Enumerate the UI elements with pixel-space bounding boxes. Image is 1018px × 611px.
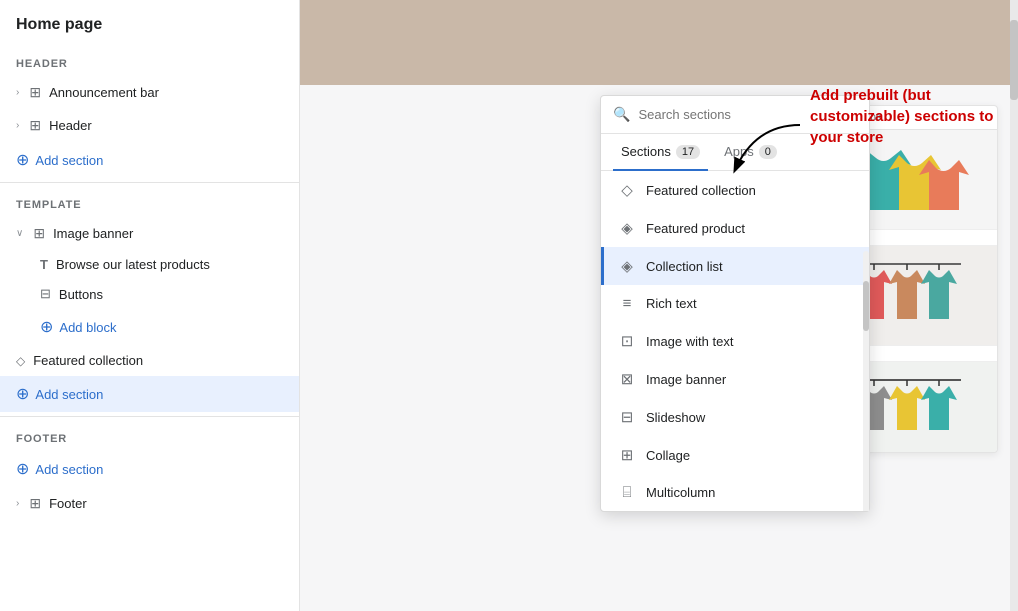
add-section-label: Add section (35, 153, 103, 168)
overlay-scrollbar[interactable] (863, 251, 869, 511)
section-item-label: Collection list (646, 259, 723, 274)
section-label-header: HEADER (0, 46, 299, 76)
section-item-multicolumn[interactable]: ⌸ Multicolumn (601, 474, 869, 511)
diamond-icon: ◇ (16, 354, 25, 368)
add-block-label: Add block (59, 320, 116, 335)
sections-list: ◇ Featured collection ◈ Featured product… (601, 171, 869, 511)
plus-icon: ⊕ (16, 384, 29, 404)
section-item-label: Collage (646, 448, 690, 463)
sidebar-item-announcement-bar[interactable]: › ⊞ Announcement bar (0, 76, 299, 109)
callout-text: Add prebuilt (but customizable) sections… (810, 85, 1010, 148)
sidebar-item-label: Featured collection (33, 353, 283, 368)
section-item-collage[interactable]: ⊞ Collage (601, 436, 869, 474)
sidebar-item-featured-collection[interactable]: ◇ Featured collection (0, 345, 299, 376)
section-item-image-with-text[interactable]: ⊡ Image with text (601, 322, 869, 360)
section-item-image-banner[interactable]: ⊠ Image banner (601, 360, 869, 398)
callout-annotation: Add prebuilt (but customizable) sections… (810, 85, 1010, 148)
footer-add-section-button[interactable]: ⊕ Add section (0, 451, 299, 487)
sidebar: Home page HEADER › ⊞ Announcement bar › … (0, 0, 300, 611)
sidebar-item-label: Announcement bar (49, 85, 283, 100)
tab-sections-label: Sections (621, 144, 671, 159)
main-scrollbar-thumb (1010, 20, 1018, 100)
grid-icon: ⊞ (33, 225, 45, 242)
diamond-outline-icon: ◈ (618, 257, 636, 275)
section-label-footer: FOOTER (0, 421, 299, 451)
section-item-label: Image banner (646, 372, 726, 387)
search-icon: 🔍 (613, 106, 630, 123)
sidebar-item-label: Header (49, 118, 283, 133)
tab-sections[interactable]: Sections 17 (613, 134, 708, 171)
add-section-label: Add section (35, 387, 103, 402)
section-label-template: TEMPLATE (0, 187, 299, 217)
sidebar-item-header[interactable]: › ⊞ Header (0, 109, 299, 142)
diamond-icon: ◇ (618, 181, 636, 199)
arrow-annotation (715, 115, 805, 185)
template-add-section-button[interactable]: ⊕ Add section (0, 376, 299, 412)
plus-icon: ⊕ (16, 150, 29, 170)
plus-icon: ⊕ (40, 317, 53, 337)
sub-item-browse[interactable]: T Browse our latest products (0, 250, 299, 279)
sub-item-label: Browse our latest products (56, 257, 210, 272)
divider (0, 182, 299, 183)
header-add-section-button[interactable]: ⊕ Add section (0, 142, 299, 178)
columns-icon: ⌸ (618, 484, 636, 501)
slideshow-icon: ⊟ (618, 408, 636, 426)
image-icon: ⊠ (618, 370, 636, 388)
sidebar-item-image-banner[interactable]: ∨ ⊞ Image banner (0, 217, 299, 250)
chevron-icon: › (16, 120, 19, 131)
align-left-icon: ≡ (618, 295, 636, 312)
sidebar-item-label: Image banner (53, 226, 283, 241)
preview-header-bg (300, 0, 1018, 85)
sub-item-buttons[interactable]: ⊟ Buttons (0, 279, 299, 309)
diamond-outline-icon: ◈ (618, 219, 636, 237)
chevron-icon: › (16, 498, 19, 509)
sub-item-label: Buttons (59, 287, 103, 302)
main-preview-area: Collections — — — (300, 0, 1018, 611)
section-item-label: Slideshow (646, 410, 705, 425)
section-item-label: Multicolumn (646, 485, 715, 500)
page-title: Home page (0, 0, 299, 46)
sidebar-item-footer[interactable]: › ⊞ Footer (0, 487, 299, 520)
grid-icon: ⊞ (29, 117, 41, 134)
add-section-label: Add section (35, 462, 103, 477)
add-block-button[interactable]: ⊕ Add block (0, 309, 299, 345)
section-item-label: Rich text (646, 296, 697, 311)
grid-icon: ⊞ (29, 84, 41, 101)
main-scrollbar[interactable] (1010, 0, 1018, 611)
divider (0, 416, 299, 417)
section-item-rich-text[interactable]: ≡ Rich text (601, 285, 869, 322)
chevron-icon: › (16, 87, 19, 98)
section-item-slideshow[interactable]: ⊟ Slideshow (601, 398, 869, 436)
plus-icon: ⊕ (16, 459, 29, 479)
text-icon: T (40, 257, 48, 272)
chevron-down-icon: ∨ (16, 228, 23, 239)
collage-icon: ⊞ (618, 446, 636, 464)
section-item-collection-list[interactable]: ◈ Collection list (601, 247, 869, 285)
tab-sections-badge: 17 (676, 145, 700, 159)
image-text-icon: ⊡ (618, 332, 636, 350)
grid-small-icon: ⊟ (40, 286, 51, 302)
section-item-featured-product[interactable]: ◈ Featured product (601, 209, 869, 247)
sidebar-item-label: Footer (49, 496, 283, 511)
grid-icon: ⊞ (29, 495, 41, 512)
section-item-label: Featured product (646, 221, 745, 236)
section-item-label: Image with text (646, 334, 733, 349)
scrollbar-thumb (863, 281, 869, 331)
